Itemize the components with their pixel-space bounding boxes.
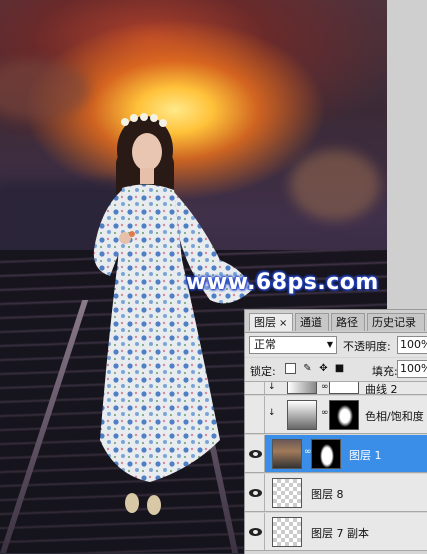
chevron-down-icon: ▼: [326, 340, 333, 349]
eye-icon: [249, 528, 262, 536]
layer-name: 图层 7 副本: [311, 527, 369, 540]
lock-row: 锁定: ✎ ✥ ■ 填充: 100%: [245, 358, 427, 382]
visibility-toggle[interactable]: [245, 435, 265, 472]
blend-mode-select[interactable]: 正常 ▼: [249, 336, 337, 354]
tab-history[interactable]: 历史记录: [367, 313, 425, 331]
layer-name: 色相/饱和度: [365, 410, 424, 423]
fill-label: 填充:: [372, 365, 398, 378]
link-icon: ∞: [304, 447, 312, 457]
layer-name: 图层 1: [349, 449, 382, 462]
tab-layers[interactable]: 图层 ×: [249, 313, 293, 331]
adjustment-thumbnail: [287, 382, 317, 394]
link-icon: ∞: [321, 408, 329, 418]
clip-arrow-icon: ↓: [268, 382, 276, 392]
eye-icon: [249, 489, 262, 497]
layer-row-layer-7-copy[interactable]: 图层 7 副本: [245, 513, 427, 551]
layer-row-hue-saturation[interactable]: ↓ ∞ 色相/饱和度: [245, 396, 427, 434]
layer-thumbnail: [272, 478, 302, 508]
tab-paths-label: 路径: [336, 316, 358, 329]
fill-value: 100%: [400, 362, 427, 375]
tab-layers-label: 图层: [254, 316, 276, 329]
link-icon: ∞: [321, 382, 329, 392]
opacity-value: 100%: [400, 338, 427, 351]
clip-arrow-icon: ↓: [268, 408, 276, 418]
eye-icon: [249, 450, 262, 458]
woman-figure: [93, 113, 252, 515]
visibility-toggle[interactable]: [245, 382, 265, 394]
fill-input[interactable]: 100%: [397, 360, 427, 378]
tab-history-label: 历史记录: [372, 316, 416, 329]
tab-channels[interactable]: 通道: [295, 313, 329, 331]
tab-channels-label: 通道: [300, 316, 322, 329]
layer-thumbnail: [272, 439, 302, 469]
lock-image-pixels-icon[interactable]: ✎: [302, 363, 313, 374]
layer-name: 曲线 2: [365, 383, 398, 395]
layers-panel: 图层× 通道 路径 历史记录 正常 ▼ 不透明度: 100% 锁定: ✎ ✥ ■…: [244, 309, 427, 554]
opacity-label: 不透明度:: [343, 340, 391, 353]
tab-paths[interactable]: 路径: [331, 313, 365, 331]
panel-tab-bar: 图层 × 通道 路径 历史记录: [245, 310, 427, 333]
mask-thumbnail: [311, 439, 341, 469]
layer-row-curves-2[interactable]: ↓ ∞ 曲线 2: [245, 382, 427, 395]
mask-thumbnail: [329, 382, 359, 394]
mask-thumbnail: [329, 400, 359, 430]
visibility-toggle[interactable]: [245, 396, 265, 433]
opacity-input[interactable]: 100%: [397, 336, 427, 354]
lock-transparent-pixels-icon[interactable]: [285, 363, 296, 374]
blend-mode-value: 正常: [254, 338, 276, 351]
lock-all-icon[interactable]: ■: [334, 363, 345, 374]
blend-row: 正常 ▼ 不透明度: 100%: [245, 333, 427, 357]
watermark-text: www.68ps.com: [186, 270, 379, 295]
adjustment-thumbnail: [287, 400, 317, 430]
layer-thumbnail: [272, 517, 302, 547]
visibility-toggle[interactable]: [245, 474, 265, 511]
lock-position-icon[interactable]: ✥: [318, 363, 329, 374]
background-glow-right: [290, 150, 380, 220]
lock-label: 锁定:: [250, 365, 276, 378]
tab-close-icon[interactable]: ×: [279, 318, 287, 329]
layer-row-layer-1[interactable]: ∞ 图层 1: [245, 435, 427, 473]
layer-row-layer-8[interactable]: 图层 8: [245, 474, 427, 512]
layer-name: 图层 8: [311, 488, 344, 501]
visibility-toggle[interactable]: [245, 513, 265, 550]
